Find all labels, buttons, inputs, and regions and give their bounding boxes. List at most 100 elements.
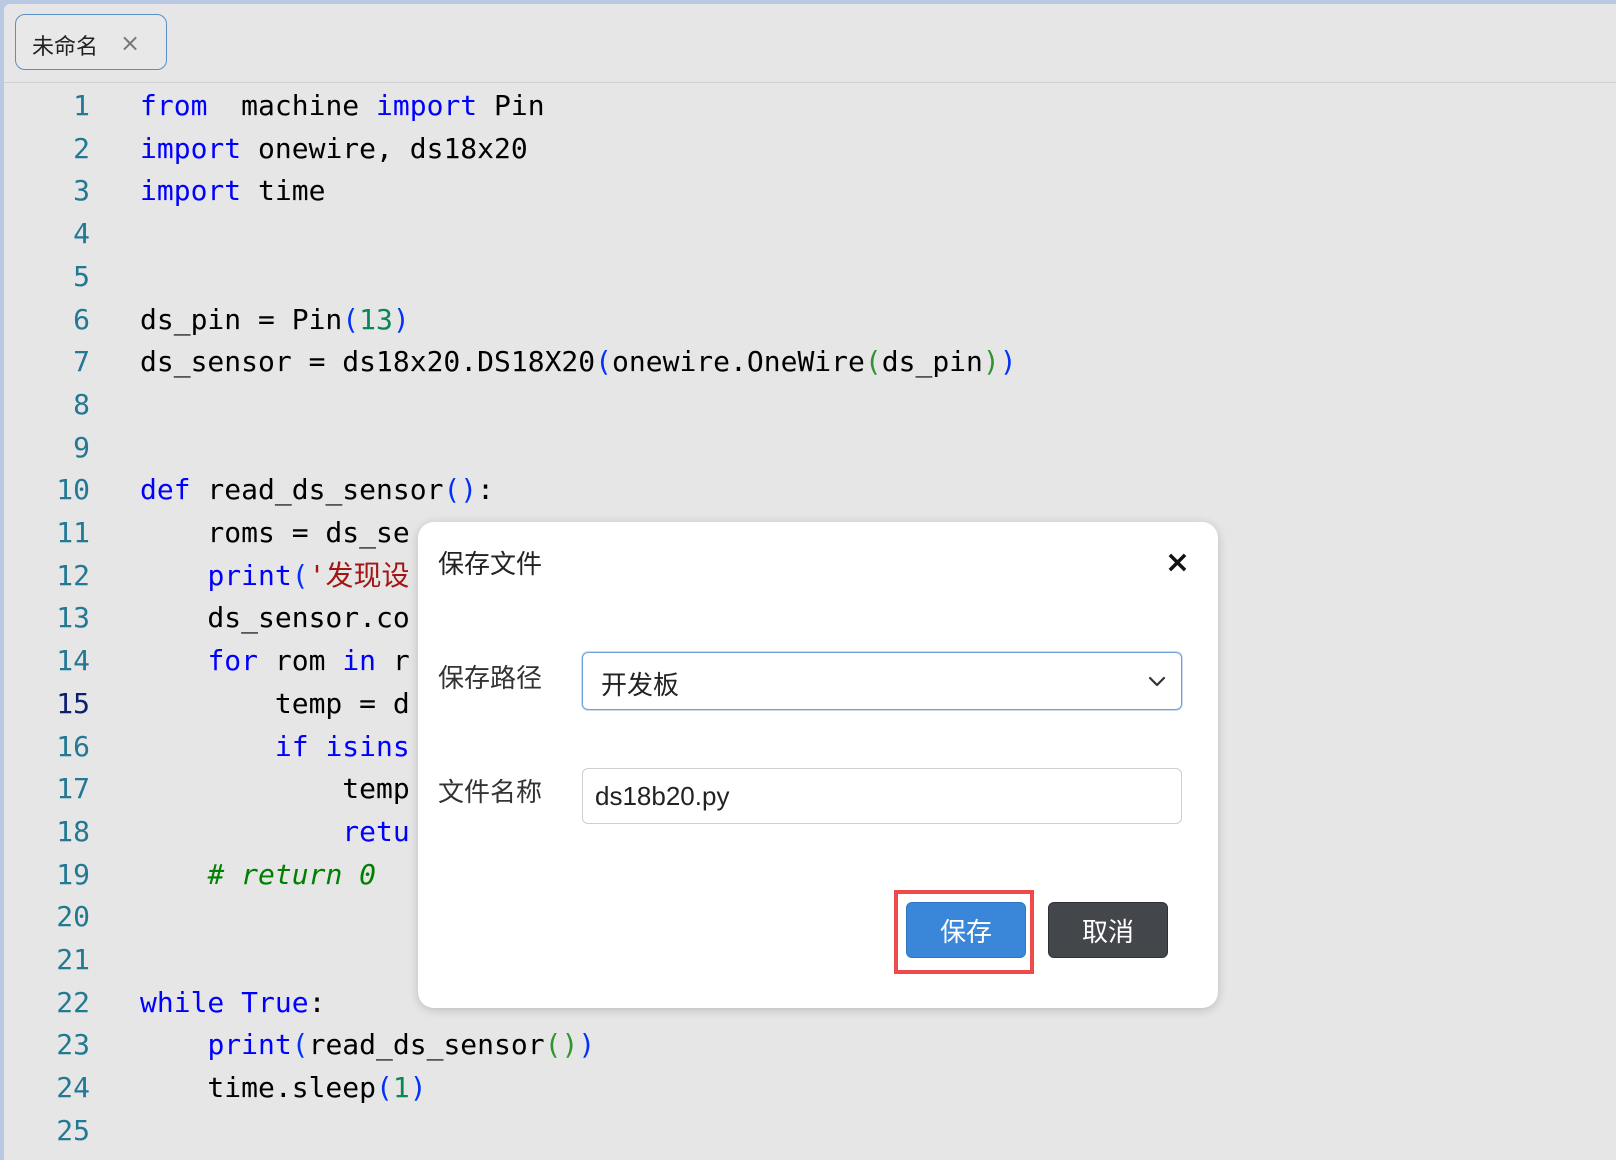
- save-button[interactable]: 保存: [906, 902, 1026, 958]
- code-token: import: [376, 89, 478, 122]
- tab-bar: 未命名 ×: [4, 4, 1616, 83]
- code-token: :: [308, 985, 326, 1019]
- code-line[interactable]: 24 time.sleep(1): [4, 1066, 1616, 1110]
- code-line[interactable]: 6 ds_pin = Pin(13): [4, 298, 1616, 342]
- code-token: (: [342, 302, 360, 336]
- code-text: for rom in r: [140, 639, 410, 683]
- code-token: temp: [140, 772, 410, 806]
- code-token: from: [140, 89, 208, 122]
- line-number: 12: [56, 558, 90, 592]
- code-line[interactable]: 8: [4, 383, 1616, 427]
- line-number: 7: [73, 345, 90, 379]
- code-text: time.sleep(1): [140, 1066, 427, 1110]
- code-token: r: [376, 644, 410, 678]
- code-text: roms = ds_se: [140, 511, 409, 555]
- cancel-button[interactable]: 取消: [1048, 902, 1168, 958]
- save-path-label: 保存路径: [438, 664, 543, 694]
- line-number: 16: [56, 729, 90, 763]
- save-path-select[interactable]: 开发板: [582, 652, 1182, 710]
- code-token: (): [443, 473, 478, 507]
- line-number: 1: [73, 89, 90, 122]
- code-token: '发现设: [308, 558, 410, 592]
- code-line[interactable]: 4: [4, 212, 1616, 256]
- code-token: 1: [392, 1071, 410, 1105]
- code-token: rom: [258, 644, 343, 678]
- code-token: ): [409, 1071, 427, 1105]
- code-text: if isins: [140, 725, 410, 769]
- code-token: (): [544, 1028, 579, 1062]
- code-token: 13: [359, 302, 393, 336]
- code-token: ): [392, 302, 410, 336]
- code-token: print: [207, 558, 292, 592]
- code-token: :: [477, 473, 495, 507]
- code-token: ds_sensor.co: [140, 601, 410, 635]
- code-token: # return 0: [207, 857, 377, 891]
- file-name-label: 文件名称: [438, 778, 543, 808]
- code-token: read_ds_sensor: [190, 473, 444, 507]
- save-path-value: 开发板: [601, 671, 680, 701]
- code-token: (: [864, 345, 882, 379]
- code-token: isins: [325, 729, 410, 763]
- code-token: machine: [207, 89, 377, 122]
- line-number: 5: [73, 259, 90, 293]
- code-token: print: [207, 1028, 292, 1062]
- line-number: 6: [73, 302, 90, 336]
- code-text: ds_sensor.co: [140, 596, 410, 640]
- code-token: (: [291, 558, 309, 592]
- line-number: 14: [56, 644, 90, 678]
- file-name-input[interactable]: [582, 768, 1182, 824]
- close-icon[interactable]: ×: [120, 31, 140, 55]
- code-token: ): [999, 345, 1017, 379]
- code-text: import onewire, ds18x20: [140, 127, 528, 171]
- code-text: while True:: [140, 981, 325, 1025]
- code-line[interactable]: 1 from machine import Pin: [4, 84, 1616, 128]
- close-icon[interactable]: ×: [1165, 548, 1190, 578]
- line-number: 24: [56, 1071, 90, 1105]
- code-token: read_ds_sensor: [308, 1028, 545, 1062]
- code-token: retu: [342, 814, 410, 848]
- code-line[interactable]: 2 import onewire, ds18x20: [4, 127, 1616, 171]
- tab-label: 未命名: [32, 35, 99, 60]
- line-number: 10: [56, 473, 90, 507]
- code-token: (: [376, 1071, 393, 1105]
- line-number: 4: [73, 217, 90, 251]
- code-token: ): [578, 1028, 596, 1062]
- code-line[interactable]: 25: [4, 1109, 1616, 1153]
- code-token: ds_pin = Pin: [140, 302, 343, 336]
- code-text: def read_ds_sensor():: [140, 468, 494, 512]
- code-token: while: [140, 985, 225, 1019]
- code-line[interactable]: 10 def read_ds_sensor():: [4, 468, 1616, 512]
- tab-untitled[interactable]: 未命名 ×: [15, 14, 167, 70]
- line-number: 15: [56, 686, 90, 720]
- code-text: ds_pin = Pin(13): [140, 298, 410, 342]
- code-token: time: [241, 174, 326, 208]
- line-number: 9: [73, 430, 90, 464]
- code-text: ds_sensor = ds18x20.DS18X20(onewire.OneW…: [140, 340, 1017, 384]
- code-text: retu: [140, 810, 410, 854]
- code-line[interactable]: 9: [4, 426, 1616, 470]
- line-number: 8: [73, 387, 90, 421]
- code-token: True: [241, 985, 309, 1019]
- editor-window: 未命名 × 1 from machine import Pin 2 import on…: [4, 4, 1616, 1160]
- code-text: import time: [140, 169, 325, 213]
- line-number: 13: [56, 601, 90, 635]
- code-text: temp = d: [140, 682, 410, 726]
- code-text: print('发现设: [140, 554, 409, 598]
- line-number: 11: [56, 516, 90, 549]
- code-line[interactable]: 5: [4, 255, 1616, 299]
- code-token: temp = d: [140, 686, 410, 720]
- code-token: def: [140, 473, 191, 507]
- code-text: from machine import Pin: [140, 84, 545, 128]
- code-line[interactable]: 3 import time: [4, 169, 1616, 213]
- code-text: temp: [140, 767, 410, 811]
- code-line[interactable]: 23 print(read_ds_sensor()): [4, 1023, 1616, 1067]
- code-token: (: [291, 1028, 309, 1062]
- code-text: print(read_ds_sensor()): [140, 1023, 595, 1067]
- save-file-dialog: 保存文件 × 保存路径 开发板 文件名称 保存 取消: [418, 522, 1218, 1008]
- code-line[interactable]: 7 ds_sensor = ds18x20.DS18X20(onewire.One…: [4, 340, 1616, 384]
